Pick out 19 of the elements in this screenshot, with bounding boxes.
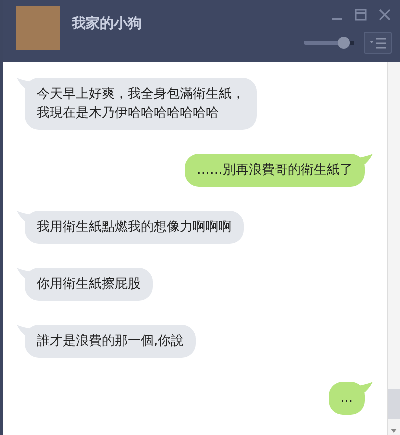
- message-text: ...: [340, 390, 353, 408]
- menu-button[interactable]: [364, 32, 392, 54]
- slider-thumb[interactable]: [338, 37, 350, 49]
- window-title: 我家的小狗: [72, 15, 143, 33]
- message-text: ……別再浪費哥的衛生紙了: [197, 162, 353, 180]
- message-text: 我現在是木乃伊哈哈哈哈哈哈哈: [37, 105, 220, 123]
- scrollbar-thumb[interactable]: [388, 389, 400, 419]
- message-text: 誰才是浪費的那一個,你說: [37, 333, 184, 351]
- caret-icon: [391, 429, 397, 433]
- menu-icon: [370, 38, 386, 48]
- maximize-icon: [355, 9, 367, 21]
- message-text: 我用衛生紙點燃我的想像力啊啊啊: [37, 219, 232, 237]
- maximize-button[interactable]: [354, 8, 368, 22]
- minimize-icon: [332, 18, 342, 20]
- message-text: 你用衛生紙擦屁股: [37, 276, 141, 294]
- message-text: 今天早上好爽，我全身包滿衛生紙，: [37, 86, 245, 104]
- photo-placeholder: [16, 6, 60, 50]
- close-button[interactable]: [378, 8, 392, 22]
- close-icon: [379, 9, 391, 21]
